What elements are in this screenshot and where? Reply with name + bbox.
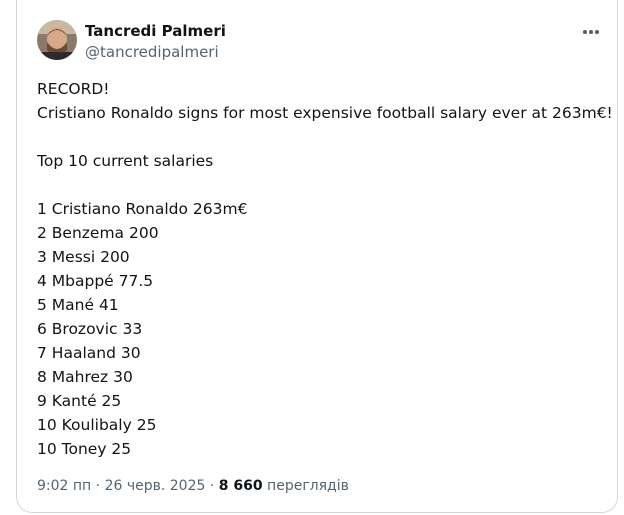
avatar-photo [37, 20, 77, 60]
tweet-card: Tancredi Palmeri @tancredipalmeri RECORD… [16, 0, 618, 513]
views-count[interactable]: 8 660 [219, 478, 263, 494]
tweet-line: RECORD! [37, 80, 110, 98]
tweet-text: RECORD! Cristiano Ronaldo signs for most… [37, 77, 613, 461]
tweet-line: Cristiano Ronaldo signs for most expensi… [37, 104, 613, 122]
tweet-line: 9 Kanté 25 [37, 392, 122, 410]
tweet-date[interactable]: 26 черв. 2025 [105, 478, 206, 494]
tweet-meta: 9:02 пп · 26 черв. 2025 · 8 660 перегляд… [37, 478, 349, 494]
tweet-line: 7 Haaland 30 [37, 344, 141, 362]
meta-separator: · [95, 478, 101, 494]
tweet-line [37, 173, 607, 197]
author-name[interactable]: Tancredi Palmeri [85, 22, 226, 40]
tweet-line: 5 Mané 41 [37, 296, 119, 314]
tweet-line: 10 Toney 25 [37, 440, 132, 458]
views-label: переглядів [267, 478, 349, 494]
author-avatar[interactable] [37, 20, 77, 60]
tweet-line [37, 125, 607, 149]
tweet-line: 1 Cristiano Ronaldo 263m€ [37, 200, 248, 218]
tweet-line: 8 Mahrez 30 [37, 368, 133, 386]
tweet-line: Top 10 current salaries [37, 152, 214, 170]
meta-separator: · [209, 478, 215, 494]
tweet-line: 2 Benzema 200 [37, 224, 159, 242]
author-handle[interactable]: @tancredipalmeri [85, 43, 219, 61]
tweet-line: 10 Koulibaly 25 [37, 416, 157, 434]
tweet-time[interactable]: 9:02 пп [37, 478, 91, 494]
tweet-line: 4 Mbappé 77.5 [37, 272, 154, 290]
more-icon[interactable] [579, 20, 603, 44]
tweet-line: 3 Messi 200 [37, 248, 130, 266]
tweet-line: 6 Brozovic 33 [37, 320, 143, 338]
